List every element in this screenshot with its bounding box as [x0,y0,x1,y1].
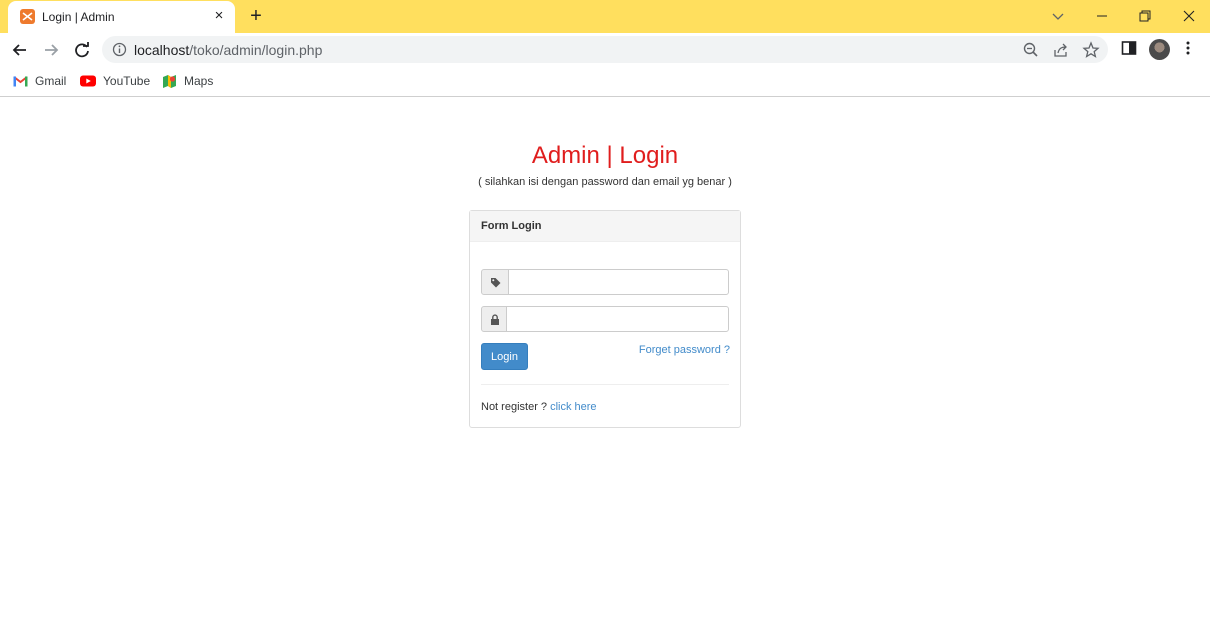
new-tab-button[interactable]: + [246,6,266,26]
share-icon[interactable] [1052,41,1070,59]
register-row: Not register ? click here [481,401,597,413]
bookmark-label: YouTube [103,74,151,88]
bookmark-gmail[interactable]: Gmail [13,72,66,90]
page-title: Admin | Login [531,142,679,169]
password-input-group [481,306,729,332]
url-host: localhost [134,42,190,58]
address-bar[interactable]: localhost/toko/admin/login.php [102,36,1108,63]
browser-toolbar: localhost/toko/admin/login.php [0,33,1210,66]
register-prompt: Not register ? [481,401,548,413]
page-content: Admin | Login ( silahkan isi dengan pass… [0,98,1210,642]
panel-heading: Form Login [470,211,740,242]
tab-strip: Login | Admin × + [0,0,1210,33]
bookmark-label: Maps [184,74,214,88]
restore-icon[interactable] [1134,5,1156,27]
forget-password-link[interactable]: Forget password ? [630,344,730,356]
tab-search-icon[interactable] [1047,5,1069,27]
tab-close-icon[interactable]: × [210,7,228,25]
url-path: /toko/admin/login.php [189,42,323,58]
xampp-favicon-icon [20,9,35,24]
profile-avatar[interactable] [1149,39,1170,60]
menu-kebab-icon[interactable] [1185,40,1191,61]
maps-icon [163,74,176,88]
reload-icon[interactable] [71,39,93,61]
browser-tab[interactable]: Login | Admin × [8,1,235,33]
email-input-group [481,269,729,295]
bookmark-label: Gmail [35,74,67,88]
divider [481,384,729,385]
gmail-icon [13,76,28,87]
side-panel-icon[interactable] [1121,40,1137,61]
tag-icon [481,269,509,295]
url-text[interactable]: localhost/toko/admin/login.php [134,42,322,58]
lock-icon [481,306,507,332]
bookmarks-bar: Gmail YouTube Maps [0,66,1210,97]
password-field[interactable] [506,306,729,332]
email-field[interactable] [508,269,729,295]
bookmark-youtube[interactable]: YouTube [80,72,150,90]
login-button[interactable]: Login [481,343,528,370]
youtube-icon [80,75,96,87]
login-panel: Form Login Login Forget password ? Not r… [469,210,741,428]
tab-title: Login | Admin [42,10,115,24]
forward-arrow-icon[interactable] [40,39,62,61]
bookmark-maps[interactable]: Maps [162,72,213,90]
back-arrow-icon[interactable] [9,39,31,61]
zoom-icon[interactable] [1022,41,1040,59]
page-subtitle: ( silahkan isi dengan password dan email… [478,176,732,188]
site-info-icon[interactable] [112,42,127,62]
bookmark-star-icon[interactable] [1082,41,1100,59]
register-link[interactable]: click here [550,401,596,413]
minimize-icon[interactable] [1091,5,1113,27]
close-window-icon[interactable] [1178,5,1200,27]
